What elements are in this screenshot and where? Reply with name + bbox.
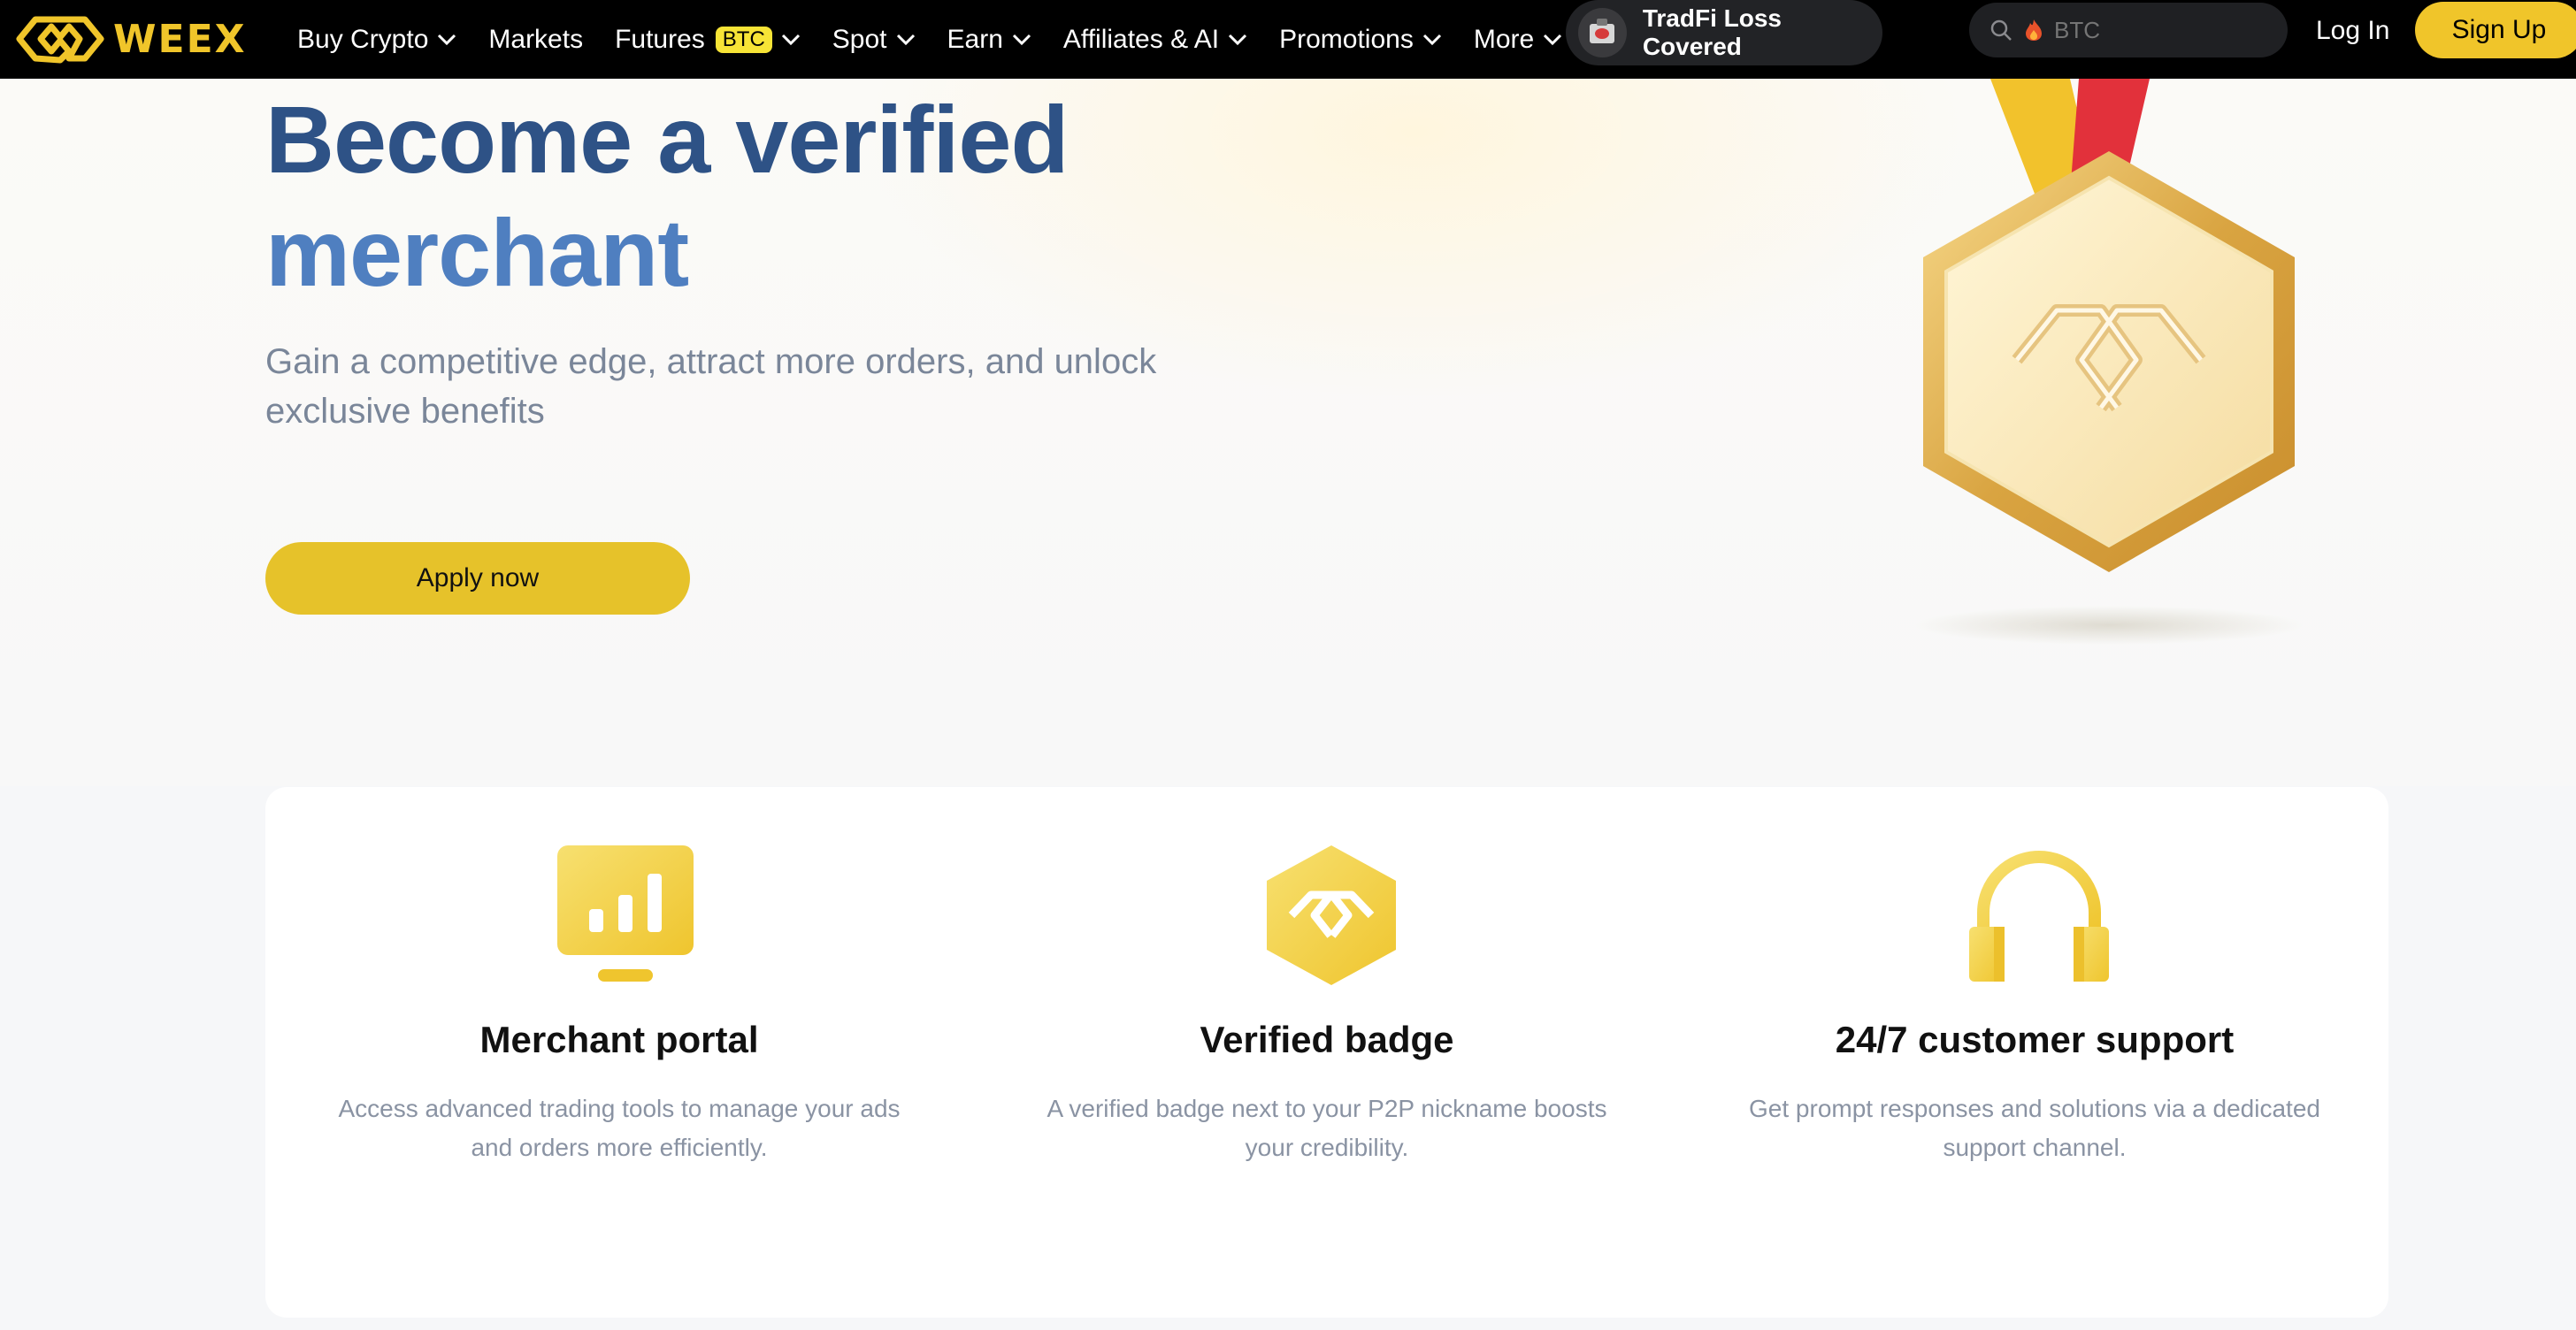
menu-spot[interactable]: Spot bbox=[832, 25, 916, 55]
feature-title: 24/7 customer support bbox=[1835, 1019, 2235, 1060]
chevron-down-icon bbox=[1012, 34, 1031, 45]
title-line-2: merchant bbox=[265, 199, 689, 306]
features-card: Merchant portal Access advanced trading … bbox=[265, 787, 2388, 1318]
gold-medal-illustration bbox=[1914, 79, 2304, 645]
chevron-down-icon bbox=[1544, 34, 1562, 45]
top-nav: WEEX Buy Crypto Markets Futures BTC Spot… bbox=[0, 0, 2576, 79]
weex-logo-icon bbox=[16, 16, 104, 64]
shield-icon bbox=[1578, 8, 1627, 57]
menu-affiliates-ai[interactable]: Affiliates & AI bbox=[1063, 25, 1247, 55]
page-title: Become a verified merchant bbox=[265, 83, 1069, 310]
promo-label: TradFi Loss Covered bbox=[1642, 4, 1782, 60]
signup-button[interactable]: Sign Up bbox=[2415, 2, 2576, 58]
chevron-down-icon bbox=[781, 34, 800, 45]
apply-now-button[interactable]: Apply now bbox=[265, 542, 690, 615]
logo-text: WEEX bbox=[113, 16, 247, 62]
menu-label: Promotions bbox=[1279, 24, 1414, 54]
menu-futures[interactable]: Futures BTC bbox=[615, 25, 801, 55]
menu-label: Markets bbox=[488, 24, 584, 54]
hero-subtitle: Gain a competitive edge, attract more or… bbox=[265, 342, 1157, 431]
chevron-down-icon bbox=[438, 34, 456, 45]
weex-logo[interactable]: WEEX bbox=[16, 7, 247, 71]
chevron-down-icon bbox=[1229, 34, 1247, 45]
feature-description: Get prompt responses and solutions via a… bbox=[1749, 1095, 2320, 1161]
chevron-down-icon bbox=[896, 34, 915, 45]
menu-label: Earn bbox=[947, 24, 1003, 54]
feature-description: Access advanced trading tools to manage … bbox=[338, 1095, 901, 1161]
title-line-1: Become a verified bbox=[265, 86, 1069, 193]
tradfi-promo-pill[interactable]: TradFi Loss Covered bbox=[1566, 0, 1882, 65]
menu-label: More bbox=[1473, 24, 1535, 54]
hero-section: Become a verified merchant Gain a compet… bbox=[0, 79, 2576, 786]
feature-description: A verified badge next to your P2P nickna… bbox=[1046, 1095, 1607, 1161]
futures-btc-badge: BTC bbox=[715, 26, 772, 53]
menu-earn[interactable]: Earn bbox=[947, 25, 1031, 55]
feature-title: Merchant portal bbox=[479, 1019, 759, 1060]
login-button[interactable]: Log In bbox=[2316, 0, 2389, 61]
feature-title: Verified badge bbox=[1200, 1019, 1454, 1060]
search-icon bbox=[1990, 19, 2012, 41]
menu-promotions[interactable]: Promotions bbox=[1279, 25, 1442, 55]
main-menu: Buy Crypto Markets Futures BTC Spot Earn… bbox=[297, 0, 1594, 79]
fire-icon bbox=[2026, 19, 2042, 41]
chevron-down-icon bbox=[1422, 34, 1441, 45]
headphones-icon bbox=[1969, 851, 2109, 982]
menu-more[interactable]: More bbox=[1474, 25, 1562, 55]
menu-buy-crypto[interactable]: Buy Crypto bbox=[297, 25, 456, 55]
menu-label: Buy Crypto bbox=[297, 24, 429, 54]
search-input[interactable] bbox=[2052, 15, 2277, 45]
hexagon-badge-icon bbox=[1267, 845, 1396, 985]
menu-markets[interactable]: Markets bbox=[488, 25, 583, 55]
monitor-chart-icon bbox=[557, 845, 694, 982]
menu-label: Spot bbox=[832, 24, 887, 54]
menu-label: Futures bbox=[615, 24, 705, 54]
search-box[interactable] bbox=[1969, 3, 2288, 57]
menu-label: Affiliates & AI bbox=[1062, 24, 1220, 54]
